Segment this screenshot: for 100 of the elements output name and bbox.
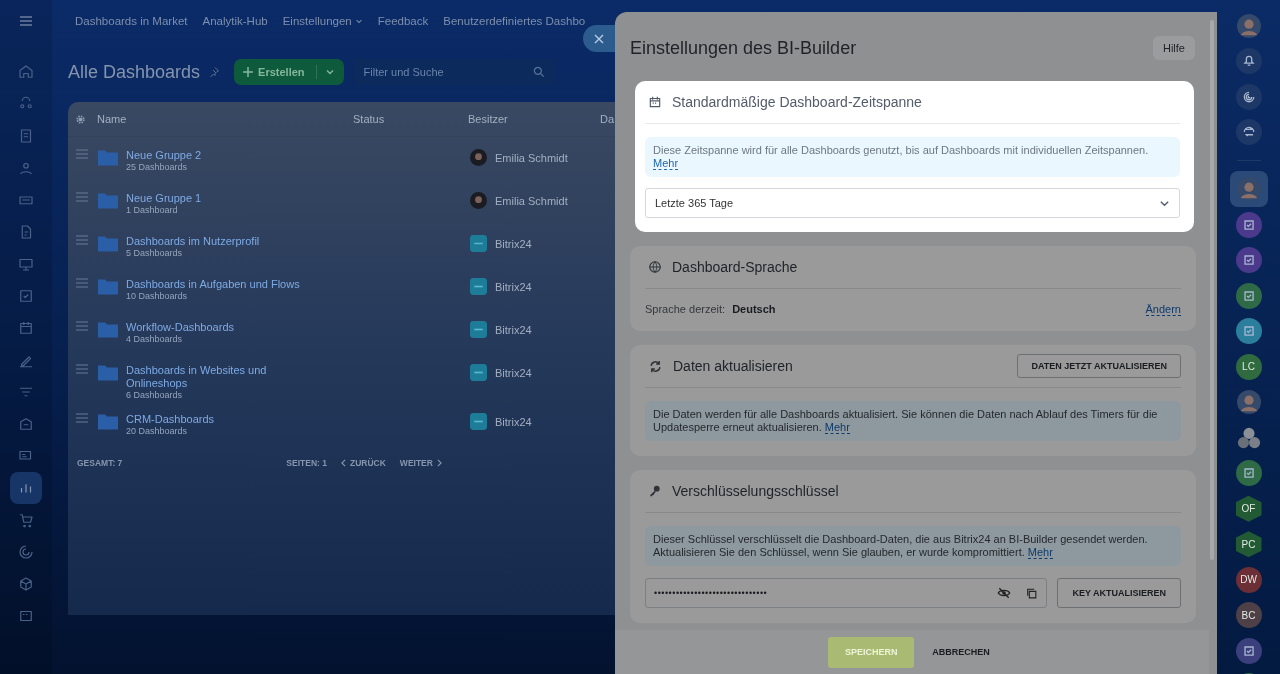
drag-handle-icon[interactable] xyxy=(76,321,88,331)
sidebar-item[interactable]: BC xyxy=(1229,597,1268,633)
drag-handle-icon[interactable] xyxy=(76,192,88,202)
help-button[interactable]: Hilfe xyxy=(1153,36,1195,60)
folder-icon xyxy=(98,192,118,209)
column-header[interactable]: Name xyxy=(97,113,353,125)
section-title: Verschlüsselungsschlüssel xyxy=(672,483,840,499)
avatar-icon[interactable] xyxy=(1236,177,1261,201)
plus-icon xyxy=(243,67,254,77)
spiral-icon[interactable] xyxy=(1235,83,1262,110)
dashboard-group-link[interactable]: Dashboards im Nutzerprofil xyxy=(126,235,316,248)
hidden-eye-icon[interactable] xyxy=(997,586,1012,600)
sidebar-item[interactable]: PC xyxy=(1229,526,1268,562)
folder-icon xyxy=(98,149,118,166)
top-nav-link[interactable]: Feedback xyxy=(377,15,429,27)
dashboard-count: 6 Dashboards xyxy=(126,390,184,401)
owner-name: Emilia Schmidt xyxy=(495,194,568,207)
initials-avatar[interactable]: BC xyxy=(1235,602,1262,629)
copy-icon[interactable] xyxy=(1025,586,1039,600)
page-count: SEITEN: 1 xyxy=(286,458,327,468)
nav-item[interactable] xyxy=(10,472,42,504)
drag-handle-icon[interactable] xyxy=(76,364,88,374)
search-icon[interactable] xyxy=(531,65,546,79)
column-header[interactable]: Besitzer xyxy=(468,113,600,125)
dashboard-group-link[interactable]: Workflow-Dashboards xyxy=(126,321,316,334)
pin-icon[interactable] xyxy=(208,66,221,78)
owner-name: Bitrix24 xyxy=(495,323,532,336)
app-icon[interactable] xyxy=(1235,460,1262,487)
section-title: Daten aktualisieren xyxy=(673,358,794,374)
app-icon[interactable] xyxy=(1235,282,1262,309)
settings-icon[interactable] xyxy=(75,113,86,125)
initials-avatar[interactable]: LC xyxy=(1235,353,1262,380)
caret-icon[interactable] xyxy=(324,67,335,77)
chevron-left-icon[interactable] xyxy=(340,459,346,467)
sidebar-item[interactable]: LC xyxy=(1229,349,1268,385)
globe-icon xyxy=(648,260,662,274)
next-link[interactable]: WEITER xyxy=(399,458,442,468)
dashboard-group-link[interactable]: Dashboards in Websites und Onlineshops xyxy=(126,364,316,390)
drag-handle-icon[interactable] xyxy=(76,278,88,288)
cancel-button[interactable]: ABBRECHEN xyxy=(926,646,996,658)
owner-name: Bitrix24 xyxy=(495,280,532,293)
chevron-right-icon[interactable] xyxy=(436,459,442,467)
key-field[interactable]: ••••••••••••••••••••••••••••••• xyxy=(645,578,1048,608)
period-dropdown[interactable]: Letzte 365 Tage xyxy=(645,188,1180,218)
avatar-icon xyxy=(470,149,487,166)
search-field[interactable]: Filter und Suche xyxy=(353,59,556,85)
dashboard-count: 25 Dashboards xyxy=(126,162,189,173)
drag-handle-icon[interactable] xyxy=(76,235,88,245)
owner-name: Bitrix24 xyxy=(495,237,532,250)
more-link[interactable]: Mehr xyxy=(824,421,850,434)
top-nav-link[interactable]: Benutzerdefiniertes Dashbo xyxy=(443,15,586,27)
initials-avatar[interactable]: OF xyxy=(1235,495,1262,522)
cube-icon xyxy=(17,575,35,593)
dashboard-count: 1 Dashboard xyxy=(126,205,179,216)
previous-link[interactable]: ZURÜCK xyxy=(340,458,386,468)
dashboard-count: 5 Dashboards xyxy=(126,248,184,259)
section-title: Standardmäßige Dashboard-Zeitspanne xyxy=(672,94,923,110)
top-nav-link[interactable]: Dashboards in Market xyxy=(75,15,188,27)
app-icon[interactable] xyxy=(1235,211,1262,238)
initials-avatar[interactable]: DW xyxy=(1235,566,1262,593)
refresh-data-button[interactable]: DATEN JETZT AKTUALISIEREN xyxy=(1017,354,1181,378)
drag-handle-icon[interactable] xyxy=(76,413,88,423)
column-header[interactable]: Status xyxy=(353,113,468,125)
sidebar-item[interactable]: OF xyxy=(1229,491,1268,527)
avatar-icon[interactable] xyxy=(1236,13,1261,38)
initials-avatar[interactable]: PC xyxy=(1235,531,1262,558)
group-avatar-icon[interactable] xyxy=(1236,425,1261,450)
avatar-icon[interactable] xyxy=(1236,390,1261,415)
logo-icon xyxy=(470,278,487,295)
store-icon xyxy=(17,415,35,433)
create-button[interactable]: Erstellen xyxy=(234,59,344,85)
target-icon xyxy=(17,543,35,561)
update-key-button[interactable]: KEY AKTUALISIEREN xyxy=(1057,578,1181,608)
dashboard-group-link[interactable]: Neue Gruppe 2 xyxy=(126,149,316,162)
more-link[interactable]: Mehr xyxy=(653,157,679,170)
top-nav-link[interactable]: Einstellungen xyxy=(282,15,352,27)
dashboard-group-link[interactable]: CRM-Dashboards xyxy=(126,413,316,426)
bell-icon[interactable] xyxy=(1235,48,1262,75)
info-note: Die Daten werden für alle Dashboards aktualisiert. Sie können die Daten nach Ablauf des Timers für die Updatesperre erneut aktualisieren. Mehr xyxy=(645,401,1181,441)
info-note: Diese Zeitspanne wird für alle Dashboards genutzt, bis auf Dashboards mit individuellen Zeitspannen. Mehr xyxy=(645,137,1180,177)
column-header[interactable]: Da xyxy=(600,113,615,125)
calendar-icon xyxy=(648,95,662,109)
sidebar-item[interactable]: DW xyxy=(1229,562,1268,598)
caret-icon[interactable] xyxy=(354,17,363,25)
cart-icon xyxy=(17,511,35,529)
drag-handle-icon[interactable] xyxy=(76,149,88,159)
app-icon[interactable] xyxy=(1235,318,1262,345)
close-button[interactable] xyxy=(583,25,615,52)
sidebar-item[interactable] xyxy=(1229,171,1268,207)
menu-icon[interactable] xyxy=(18,13,34,29)
change-link[interactable]: Ändern xyxy=(1145,303,1181,316)
dashboard-group-link[interactable]: Dashboards in Aufgaben und Flows xyxy=(126,278,316,291)
folder-icon xyxy=(98,413,118,430)
close-icon[interactable] xyxy=(594,33,604,44)
dashboard-group-link[interactable]: Neue Gruppe 1 xyxy=(126,192,316,205)
top-nav-link[interactable]: Analytik-Hub xyxy=(202,15,268,27)
total-count: GESAMT: 7 xyxy=(77,458,123,468)
app-icon[interactable] xyxy=(1235,247,1262,274)
more-link[interactable]: Mehr xyxy=(1027,546,1053,559)
app-icon[interactable] xyxy=(1235,637,1262,664)
